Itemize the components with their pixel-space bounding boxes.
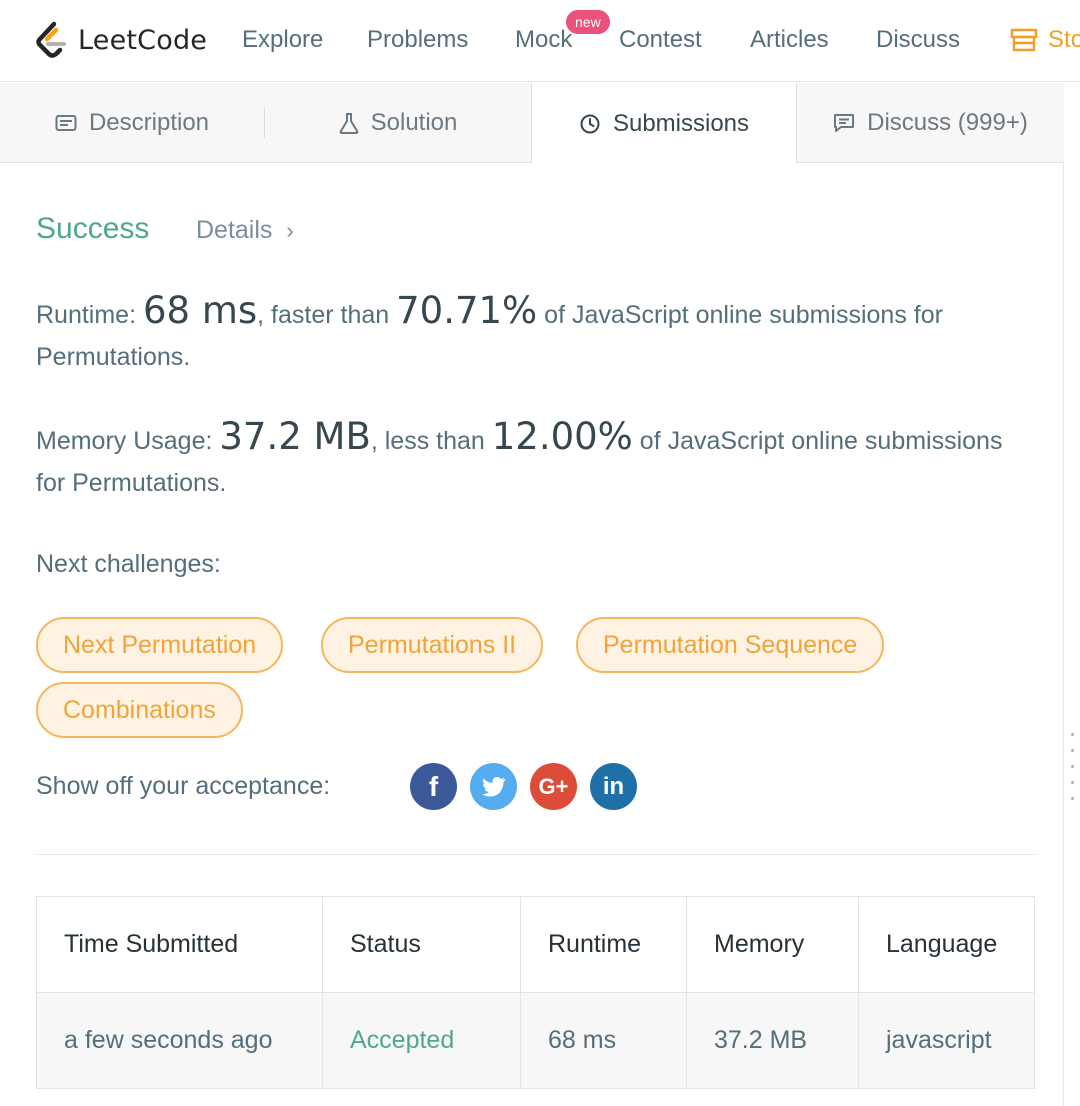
nav-articles[interactable]: Articles — [750, 26, 829, 54]
runtime-mid: , faster than — [257, 301, 397, 329]
runtime-cell: 68 ms — [520, 992, 687, 1089]
submissions-table: Time Submitted Status Runtime Memory Lan… — [36, 896, 1035, 1089]
runtime-stat: Runtime: 68 ms, faster than 70.71% of Ja… — [36, 290, 1036, 378]
language-cell: javascript — [858, 992, 1035, 1089]
nav-store[interactable]: Sto — [1010, 26, 1080, 54]
challenge-chip[interactable]: Permutation Sequence — [576, 617, 885, 673]
chevron-right-icon: › — [286, 217, 294, 243]
table-row: a few seconds ago Accepted 68 ms 37.2 MB… — [36, 992, 1035, 1089]
tab-discuss-label: Discuss (999+) — [867, 109, 1028, 136]
memory-percentile: 12.00% — [491, 415, 633, 458]
tab-submissions-label: Submissions — [612, 109, 750, 137]
share-label: Show off your acceptance: — [36, 772, 331, 800]
brand-name: LeetCode — [78, 24, 208, 56]
next-challenges-label: Next challenges: — [36, 550, 221, 578]
nav-contest[interactable]: Contest — [619, 26, 702, 54]
new-badge: new — [566, 10, 610, 34]
challenge-chip[interactable]: Next Permutation — [36, 617, 284, 673]
memory-cell: 37.2 MB — [686, 992, 859, 1089]
runtime-percentile: 70.71% — [396, 289, 538, 332]
leetcode-logo[interactable]: LeetCode — [34, 20, 207, 60]
linkedin-icon[interactable]: in — [590, 763, 637, 810]
challenge-chip[interactable]: Permutations II — [321, 617, 544, 673]
column-header: Status — [322, 896, 521, 993]
details-link[interactable]: Details › — [196, 216, 294, 245]
tab-description-label: Description — [88, 109, 210, 136]
challenge-chip[interactable]: Combinations — [36, 682, 243, 738]
google-plus-icon[interactable]: G+ — [530, 763, 577, 810]
time-submitted-cell: a few seconds ago — [36, 992, 323, 1089]
nav-store-label: Sto — [1048, 26, 1080, 53]
submission-result-panel: Success Details › Runtime: 68 ms, faster… — [0, 163, 1064, 1106]
nav-mock[interactable]: Mock — [515, 26, 572, 54]
memory-label: Memory Usage: — [36, 427, 220, 455]
table-header-row: Time Submitted Status Runtime Memory Lan… — [36, 896, 1035, 993]
comment-icon — [834, 114, 855, 132]
problem-tabs: Description Solution Submissions Discuss… — [0, 83, 1064, 164]
status-link[interactable]: Accepted — [322, 992, 521, 1089]
column-header: Memory — [686, 896, 859, 993]
store-icon — [1010, 28, 1038, 52]
tab-solution[interactable]: Solution — [265, 83, 531, 163]
nav-discuss[interactable]: Discuss — [876, 26, 960, 54]
memory-value: 37.2 MB — [219, 415, 371, 458]
twitter-icon[interactable] — [470, 763, 517, 810]
resize-handle[interactable] — [1071, 733, 1076, 813]
section-divider — [36, 854, 1036, 855]
nav-explore[interactable]: Explore — [242, 26, 323, 54]
facebook-icon[interactable]: f — [410, 763, 457, 810]
description-icon — [55, 115, 77, 131]
nav-problems[interactable]: Problems — [367, 26, 468, 54]
clock-icon — [580, 114, 600, 133]
memory-stat: Memory Usage: 37.2 MB, less than 12.00% … — [36, 416, 1036, 504]
runtime-label: Runtime: — [36, 301, 143, 329]
leetcode-logo-icon — [34, 20, 72, 60]
tab-solution-label: Solution — [370, 109, 458, 136]
tab-submissions[interactable]: Submissions — [531, 83, 797, 164]
tab-description[interactable]: Description — [0, 83, 264, 163]
column-header: Language — [858, 896, 1035, 993]
runtime-value: 68 ms — [142, 289, 258, 332]
details-label: Details — [196, 216, 273, 244]
top-navigation: LeetCode Explore Problems Mock new Conte… — [0, 0, 1080, 82]
memory-mid: , less than — [370, 427, 492, 455]
column-header: Time Submitted — [36, 896, 323, 993]
flask-icon — [339, 113, 358, 134]
tab-discuss[interactable]: Discuss (999+) — [797, 83, 1064, 163]
result-status: Success — [36, 212, 150, 245]
column-header: Runtime — [520, 896, 687, 993]
